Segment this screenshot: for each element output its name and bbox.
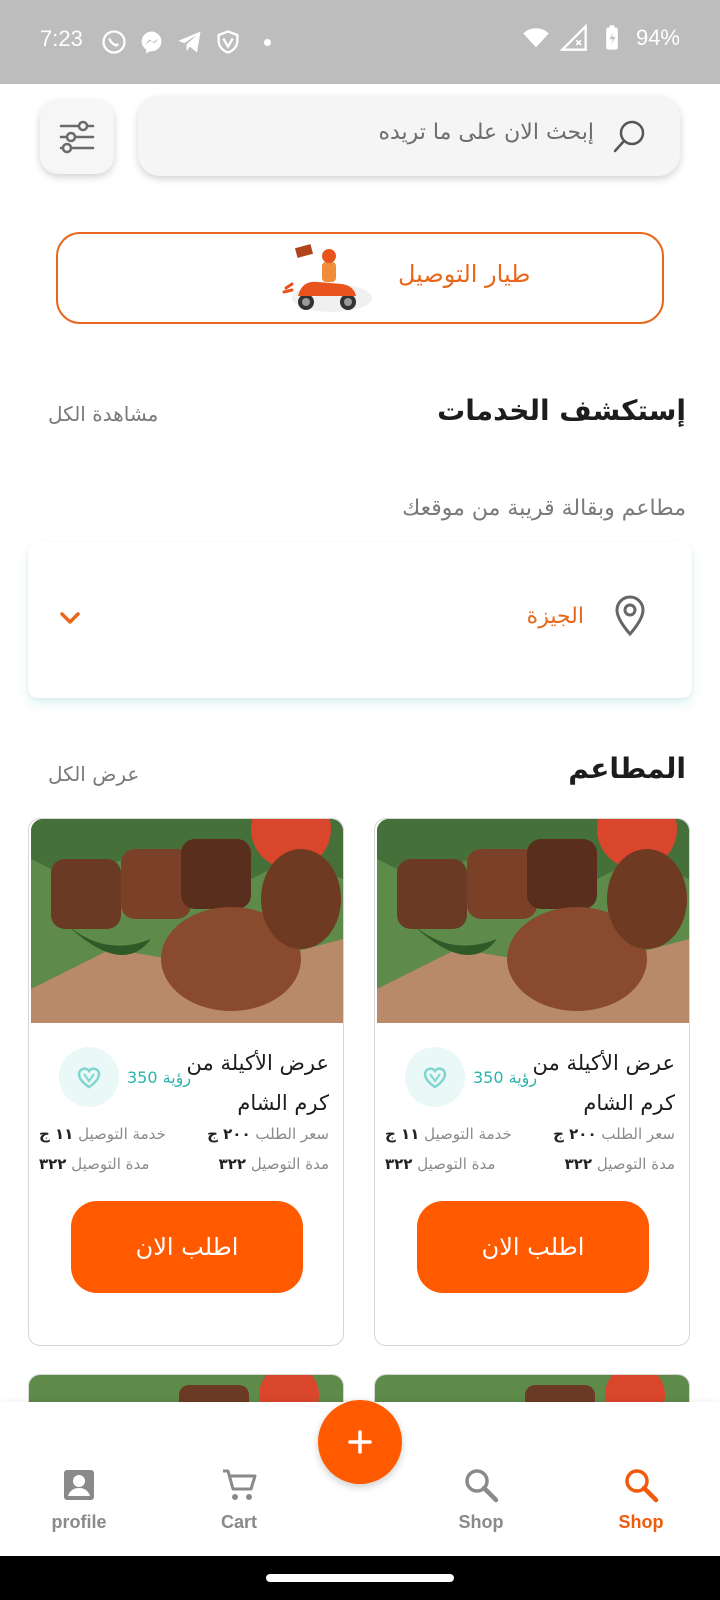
plus-icon <box>348 1430 372 1454</box>
services-see-all-link[interactable]: مشاهدة الكل <box>48 402 158 426</box>
delivery-banner-label: طيار التوصيل <box>398 260 531 288</box>
location-pin-icon <box>615 595 645 637</box>
status-system-icons: 94% <box>522 24 680 52</box>
nav-label: Shop <box>618 1512 664 1532</box>
add-button[interactable] <box>318 1400 402 1484</box>
restaurant-card-peek[interactable] <box>374 1374 690 1404</box>
food-image <box>31 819 343 1023</box>
search-placeholder: إبحث الان على ما تريده <box>378 120 594 145</box>
nav-shop[interactable]: Shop <box>421 1466 541 1533</box>
nav-cart[interactable]: Cart <box>179 1466 299 1533</box>
delivery-driver-banner[interactable]: طيار التوصيل <box>56 232 664 324</box>
restaurants-see-all-link[interactable]: عرض الكل <box>48 762 139 786</box>
messenger-icon <box>141 31 162 54</box>
food-image <box>377 819 689 1023</box>
chevron-down-icon <box>60 612 80 624</box>
signal-icon <box>559 24 587 51</box>
delivery-time-secondary: مدة التوصيل ٣٢٢ <box>39 1155 150 1173</box>
filter-sliders-icon <box>59 120 95 154</box>
nav-profile[interactable]: profile <box>19 1466 139 1533</box>
location-name: الجيزة <box>526 604 584 629</box>
restaurant-offer-title: عرض الأكيلة من كرم الشام <box>532 1051 675 1115</box>
telegram-icon <box>178 31 201 53</box>
food-image <box>29 1375 343 1404</box>
restaurant-card-peek[interactable] <box>28 1374 344 1404</box>
order-now-button[interactable]: اطلب الان <box>71 1201 303 1293</box>
status-time: 7:23 <box>40 26 83 51</box>
battery-percent: 94% <box>635 25 680 50</box>
delivery-time: مدة التوصيل ٣٢٢ <box>564 1155 675 1173</box>
views-counter: رؤية 350 <box>59 1047 191 1107</box>
services-subtitle: مطاعم وبقالة قريبة من موقعك <box>402 496 686 521</box>
profile-icon <box>64 1470 94 1500</box>
order-price: سعر الطلب ٢٠٠ ج <box>553 1125 675 1143</box>
cart-icon <box>223 1469 257 1500</box>
home-gesture-pill[interactable] <box>266 1574 454 1582</box>
nav-label: profile <box>51 1512 107 1532</box>
order-price: سعر الطلب ٢٠٠ ج <box>207 1125 329 1143</box>
restaurant-card[interactable]: عرض الأكيلة من كرم الشام رؤية 350 سعر ال… <box>28 818 344 1346</box>
status-bar: 7:23 94% <box>0 0 720 84</box>
restaurants-section-title: المطاعم <box>568 752 686 785</box>
battery-icon <box>606 25 618 50</box>
restaurant-offer-title: عرض الأكيلة من كرم الشام <box>186 1051 329 1115</box>
search-icon <box>465 1469 499 1503</box>
filter-button[interactable] <box>40 100 114 174</box>
whatsapp-icon <box>102 30 126 54</box>
vpn-shield-icon <box>217 30 239 54</box>
status-app-icons <box>100 28 271 56</box>
food-image <box>375 1375 689 1404</box>
heart-badge-icon <box>59 1047 119 1107</box>
views-count: رؤية 350 <box>473 1067 538 1087</box>
search-input[interactable]: إبحث الان على ما تريده <box>138 96 680 176</box>
nav-label: Shop <box>458 1512 504 1532</box>
delivery-scooter-illustration <box>282 244 372 312</box>
delivery-service-fee: خدمة التوصيل ١١ ج <box>385 1125 512 1143</box>
location-selector[interactable]: الجيزة <box>28 542 692 698</box>
delivery-time-secondary: مدة التوصيل ٣٢٢ <box>385 1155 496 1173</box>
services-section-title: إستكشف الخدمات <box>437 394 686 427</box>
heart-badge-icon <box>405 1047 465 1107</box>
notification-dot-icon <box>264 38 271 46</box>
views-count: رؤية 350 <box>127 1067 192 1087</box>
wifi-icon <box>523 28 549 48</box>
views-counter: رؤية 350 <box>405 1047 537 1107</box>
search-icon <box>625 1469 659 1503</box>
nav-label: Cart <box>220 1512 257 1532</box>
nav-shop-active[interactable]: Shop <box>581 1466 701 1533</box>
delivery-time: مدة التوصيل ٣٢٢ <box>218 1155 329 1173</box>
restaurant-card[interactable]: عرض الأكيلة من كرم الشام رؤية 350 سعر ال… <box>374 818 690 1346</box>
search-icon <box>613 120 645 153</box>
delivery-service-fee: خدمة التوصيل ١١ ج <box>39 1125 166 1143</box>
system-navigation-bar <box>0 1556 720 1600</box>
order-now-button[interactable]: اطلب الان <box>417 1201 649 1293</box>
